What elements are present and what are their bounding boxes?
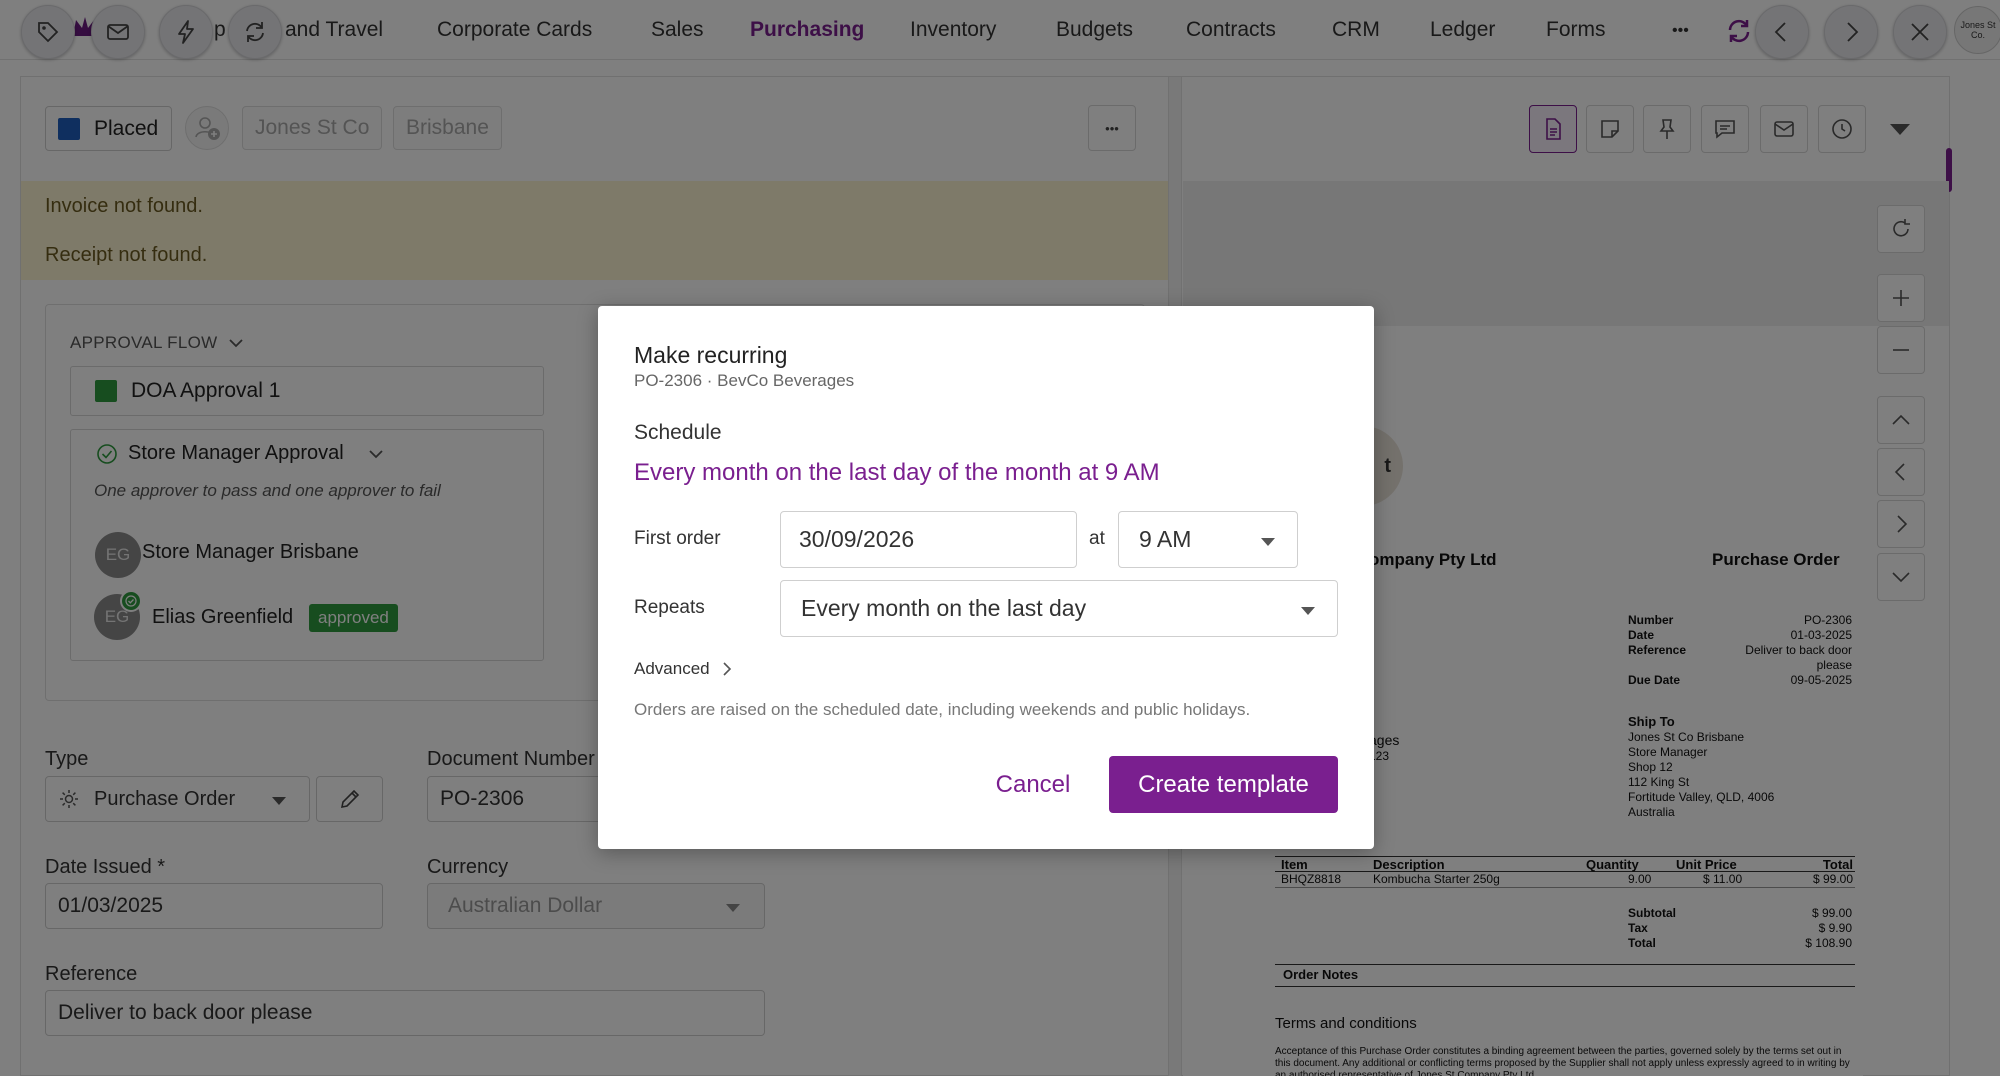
repeats-value: Every month on the last day	[801, 595, 1087, 621]
create-template-label: Create template	[1138, 770, 1309, 798]
dialog-title: Make recurring	[634, 342, 788, 368]
chevron-down-icon	[1261, 538, 1275, 546]
first-order-label: First order	[634, 528, 721, 549]
make-recurring-dialog: Make recurring PO-2306 · BevCo Beverages…	[598, 306, 1374, 849]
schedule-label: Schedule	[634, 421, 722, 444]
repeats-select[interactable]: Every month on the last day	[780, 580, 1338, 637]
chevron-right-icon	[723, 662, 731, 676]
create-template-button[interactable]: Create template	[1109, 756, 1338, 813]
first-order-date-value: 30/09/2026	[799, 526, 915, 552]
time-select[interactable]: 9 AM	[1118, 511, 1298, 568]
repeats-label: Repeats	[634, 597, 705, 618]
cancel-button[interactable]: Cancel	[988, 756, 1078, 813]
schedule-summary: Every month on the last day of the month…	[634, 459, 1160, 486]
dialog-subtitle: PO-2306 · BevCo Beverages	[634, 371, 855, 390]
first-order-date-input[interactable]: 30/09/2026	[780, 511, 1077, 568]
time-value: 9 AM	[1139, 526, 1192, 552]
advanced-label: Advanced	[634, 659, 710, 678]
at-label: at	[1089, 528, 1105, 549]
chevron-down-icon	[1301, 607, 1315, 615]
cancel-label: Cancel	[995, 770, 1071, 798]
advanced-toggle[interactable]: Advanced	[634, 659, 734, 679]
schedule-note: Orders are raised on the scheduled date,…	[634, 700, 1251, 719]
